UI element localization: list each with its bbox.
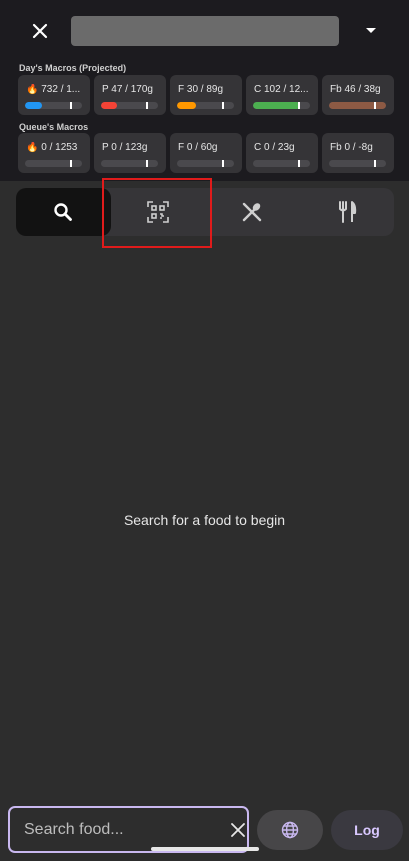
macro-value: Fb 0 / -8g — [330, 142, 373, 153]
close-icon — [32, 23, 48, 39]
macro-card: 🔥 732 / 1... — [18, 75, 90, 115]
macro-progress-bar — [25, 160, 82, 167]
empty-state-message: Search for a food to begin — [123, 512, 286, 528]
macro-target-marker — [222, 160, 225, 167]
mode-tab-bar — [16, 188, 394, 236]
macro-target-marker — [298, 102, 301, 109]
macro-card: 🔥 0 / 1253 — [18, 133, 90, 173]
macro-value: Fb 46 / 38g — [330, 84, 381, 95]
macro-target-marker — [298, 160, 301, 167]
macro-target-marker — [70, 102, 73, 109]
queue-macros-row: 🔥 0 / 1253 P 0 / 123g F 0 / 60g C 0 / 23g Fb… — [18, 133, 394, 173]
home-indicator — [151, 847, 259, 851]
log-button[interactable]: Log — [331, 810, 403, 850]
macro-card: Fb 0 / -8g — [322, 133, 394, 173]
search-input[interactable] — [24, 820, 231, 839]
macro-progress-fill — [329, 102, 386, 109]
macro-progress-bar — [101, 102, 158, 109]
arrow-drop-down-icon — [366, 28, 376, 33]
macro-value: F 0 / 60g — [178, 142, 218, 153]
macro-card: C 0 / 23g — [246, 133, 318, 173]
macro-card: Fb 46 / 38g — [322, 75, 394, 115]
tab-meals[interactable] — [205, 188, 300, 236]
macro-progress-bar — [253, 102, 310, 109]
spoon-knife-icon — [243, 202, 262, 222]
macro-value: C 0 / 23g — [254, 142, 295, 153]
tab-restaurants[interactable] — [300, 188, 395, 236]
days-macros-label: Day's Macros (Projected) — [19, 63, 127, 73]
macro-target-marker — [374, 160, 377, 167]
macro-progress-bar — [25, 102, 82, 109]
macro-card: F 30 / 89g — [170, 75, 242, 115]
close-button[interactable] — [24, 16, 56, 46]
macro-target-marker — [146, 160, 149, 167]
macro-value: 🔥 732 / 1... — [26, 84, 81, 95]
macro-value: C 102 / 12... — [254, 84, 309, 95]
tab-barcode-scan[interactable] — [111, 188, 206, 236]
macro-progress-fill — [25, 102, 43, 109]
macro-value: 🔥 0 / 1253 — [26, 142, 78, 153]
macro-progress-bar — [101, 160, 158, 167]
macro-target-marker — [70, 160, 73, 167]
macro-progress-bar — [253, 160, 310, 167]
globe-icon — [281, 821, 299, 839]
tab-search[interactable] — [16, 188, 111, 236]
macro-value: P 0 / 123g — [102, 142, 148, 153]
meal-title-field[interactable] — [71, 16, 339, 46]
qr-scan-icon — [146, 201, 169, 223]
macro-progress-bar — [177, 102, 234, 109]
meal-dropdown-button[interactable] — [355, 16, 387, 46]
macro-target-marker — [374, 102, 377, 109]
days-macros-row: 🔥 732 / 1... P 47 / 170g F 30 / 89g C 102 /… — [18, 75, 394, 115]
search-field[interactable] — [8, 806, 249, 853]
macro-progress-fill — [177, 102, 197, 109]
macro-progress-fill — [253, 102, 300, 109]
macro-progress-fill — [101, 102, 117, 109]
search-icon — [54, 203, 73, 221]
online-search-button[interactable] — [257, 810, 323, 850]
macro-card: P 0 / 123g — [94, 133, 166, 173]
queue-macros-label: Queue's Macros — [19, 122, 89, 132]
macro-target-marker — [146, 102, 149, 109]
macro-card: C 102 / 12... — [246, 75, 318, 115]
macro-progress-bar — [329, 160, 386, 167]
macro-value: F 30 / 89g — [178, 84, 224, 95]
clear-search-button[interactable] — [231, 814, 245, 846]
top-bar: Day's Macros (Projected) 🔥 732 / 1... P 4… — [0, 0, 409, 181]
macro-card: F 0 / 60g — [170, 133, 242, 173]
macro-value: P 47 / 170g — [102, 84, 153, 95]
restaurant-icon — [338, 201, 356, 223]
macro-progress-bar — [329, 102, 386, 109]
macro-card: P 47 / 170g — [94, 75, 166, 115]
close-icon — [231, 822, 245, 837]
macro-target-marker — [222, 102, 225, 109]
macro-progress-bar — [177, 160, 234, 167]
